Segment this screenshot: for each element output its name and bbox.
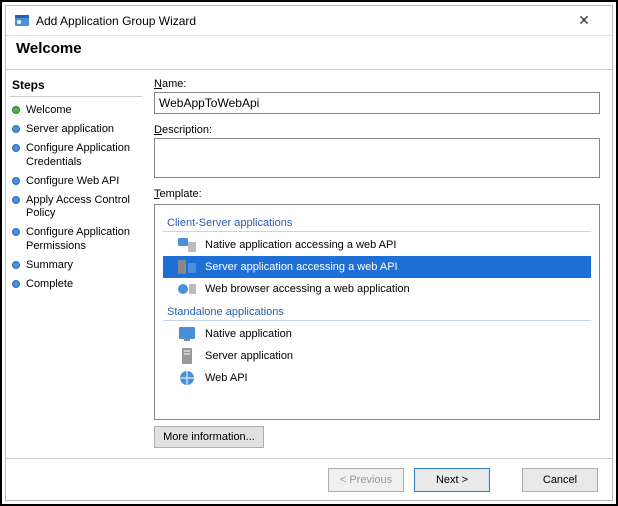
- step-configure-credentials[interactable]: Configure Application Credentials: [10, 139, 142, 171]
- titlebar: Add Application Group Wizard ✕: [6, 6, 612, 36]
- step-bullet-icon: [12, 280, 20, 288]
- step-summary[interactable]: Summary: [10, 256, 142, 275]
- description-input[interactable]: [154, 138, 600, 178]
- wizard-window: Add Application Group Wizard ✕ Welcome S…: [5, 5, 613, 501]
- template-native-accessing-webapi[interactable]: Native application accessing a web API: [163, 234, 591, 256]
- step-bullet-icon: [12, 228, 20, 236]
- step-bullet-icon: [12, 261, 20, 269]
- template-web-api[interactable]: Web API: [163, 367, 591, 389]
- server-icon: [177, 346, 197, 366]
- previous-button: < Previous: [328, 468, 404, 492]
- native-web-icon: [177, 235, 197, 255]
- step-server-application[interactable]: Server application: [10, 120, 142, 139]
- browser-web-icon: [177, 279, 197, 299]
- step-label: Configure Web API: [26, 175, 119, 188]
- template-label: Native application: [205, 328, 292, 340]
- step-bullet-icon: [12, 125, 20, 133]
- steps-header: Steps: [10, 76, 142, 97]
- template-list[interactable]: Client-Server applications Native applic…: [154, 204, 600, 420]
- step-access-control-policy[interactable]: Apply Access Control Policy: [10, 191, 142, 223]
- webapi-icon: [177, 368, 197, 388]
- template-group-standalone: Standalone applications: [163, 302, 591, 321]
- step-label: Apply Access Control Policy: [26, 194, 140, 220]
- window-title: Add Application Group Wizard: [36, 14, 564, 28]
- template-group-client-server: Client-Server applications: [163, 213, 591, 232]
- next-button[interactable]: Next >: [414, 468, 490, 492]
- page-title: Welcome: [16, 40, 602, 57]
- wizard-footer: < Previous Next > Cancel: [6, 458, 612, 500]
- template-server-accessing-webapi[interactable]: Server application accessing a web API: [163, 256, 591, 278]
- step-label: Complete: [26, 278, 73, 291]
- step-label: Server application: [26, 123, 114, 136]
- step-label: Welcome: [26, 104, 72, 117]
- template-label: Server application accessing a web API: [205, 261, 398, 273]
- more-information-button[interactable]: More information...: [154, 426, 264, 448]
- step-label: Configure Application Credentials: [26, 142, 140, 168]
- name-input[interactable]: [154, 92, 600, 114]
- page-header: Welcome: [6, 36, 612, 70]
- step-bullet-icon: [12, 177, 20, 185]
- description-label: Description:: [154, 124, 600, 136]
- template-label: Server application: [205, 350, 293, 362]
- step-label: Configure Application Permissions: [26, 226, 140, 252]
- app-icon: [14, 13, 30, 29]
- template-label: Web API: [205, 372, 248, 384]
- step-complete[interactable]: Complete: [10, 275, 142, 294]
- step-welcome[interactable]: Welcome: [10, 101, 142, 120]
- cancel-button[interactable]: Cancel: [522, 468, 598, 492]
- server-web-icon: [177, 257, 197, 277]
- steps-sidebar: Steps Welcome Server application Configu…: [6, 70, 146, 458]
- template-label: Web browser accessing a web application: [205, 283, 410, 295]
- step-bullet-icon: [12, 196, 20, 204]
- template-label: Template:: [154, 188, 600, 200]
- step-label: Summary: [26, 259, 73, 272]
- template-label: Native application accessing a web API: [205, 239, 396, 251]
- template-browser-accessing-webapp[interactable]: Web browser accessing a web application: [163, 278, 591, 300]
- template-server-application[interactable]: Server application: [163, 345, 591, 367]
- step-bullet-current-icon: [12, 106, 20, 114]
- step-configure-permissions[interactable]: Configure Application Permissions: [10, 223, 142, 255]
- close-icon: ✕: [578, 12, 590, 29]
- step-configure-web-api[interactable]: Configure Web API: [10, 172, 142, 191]
- step-bullet-icon: [12, 144, 20, 152]
- main-panel: Name: Description: Template: Client-Serv…: [146, 70, 612, 458]
- template-native-application[interactable]: Native application: [163, 323, 591, 345]
- close-button[interactable]: ✕: [564, 6, 604, 35]
- native-icon: [177, 324, 197, 344]
- name-label: Name:: [154, 78, 600, 90]
